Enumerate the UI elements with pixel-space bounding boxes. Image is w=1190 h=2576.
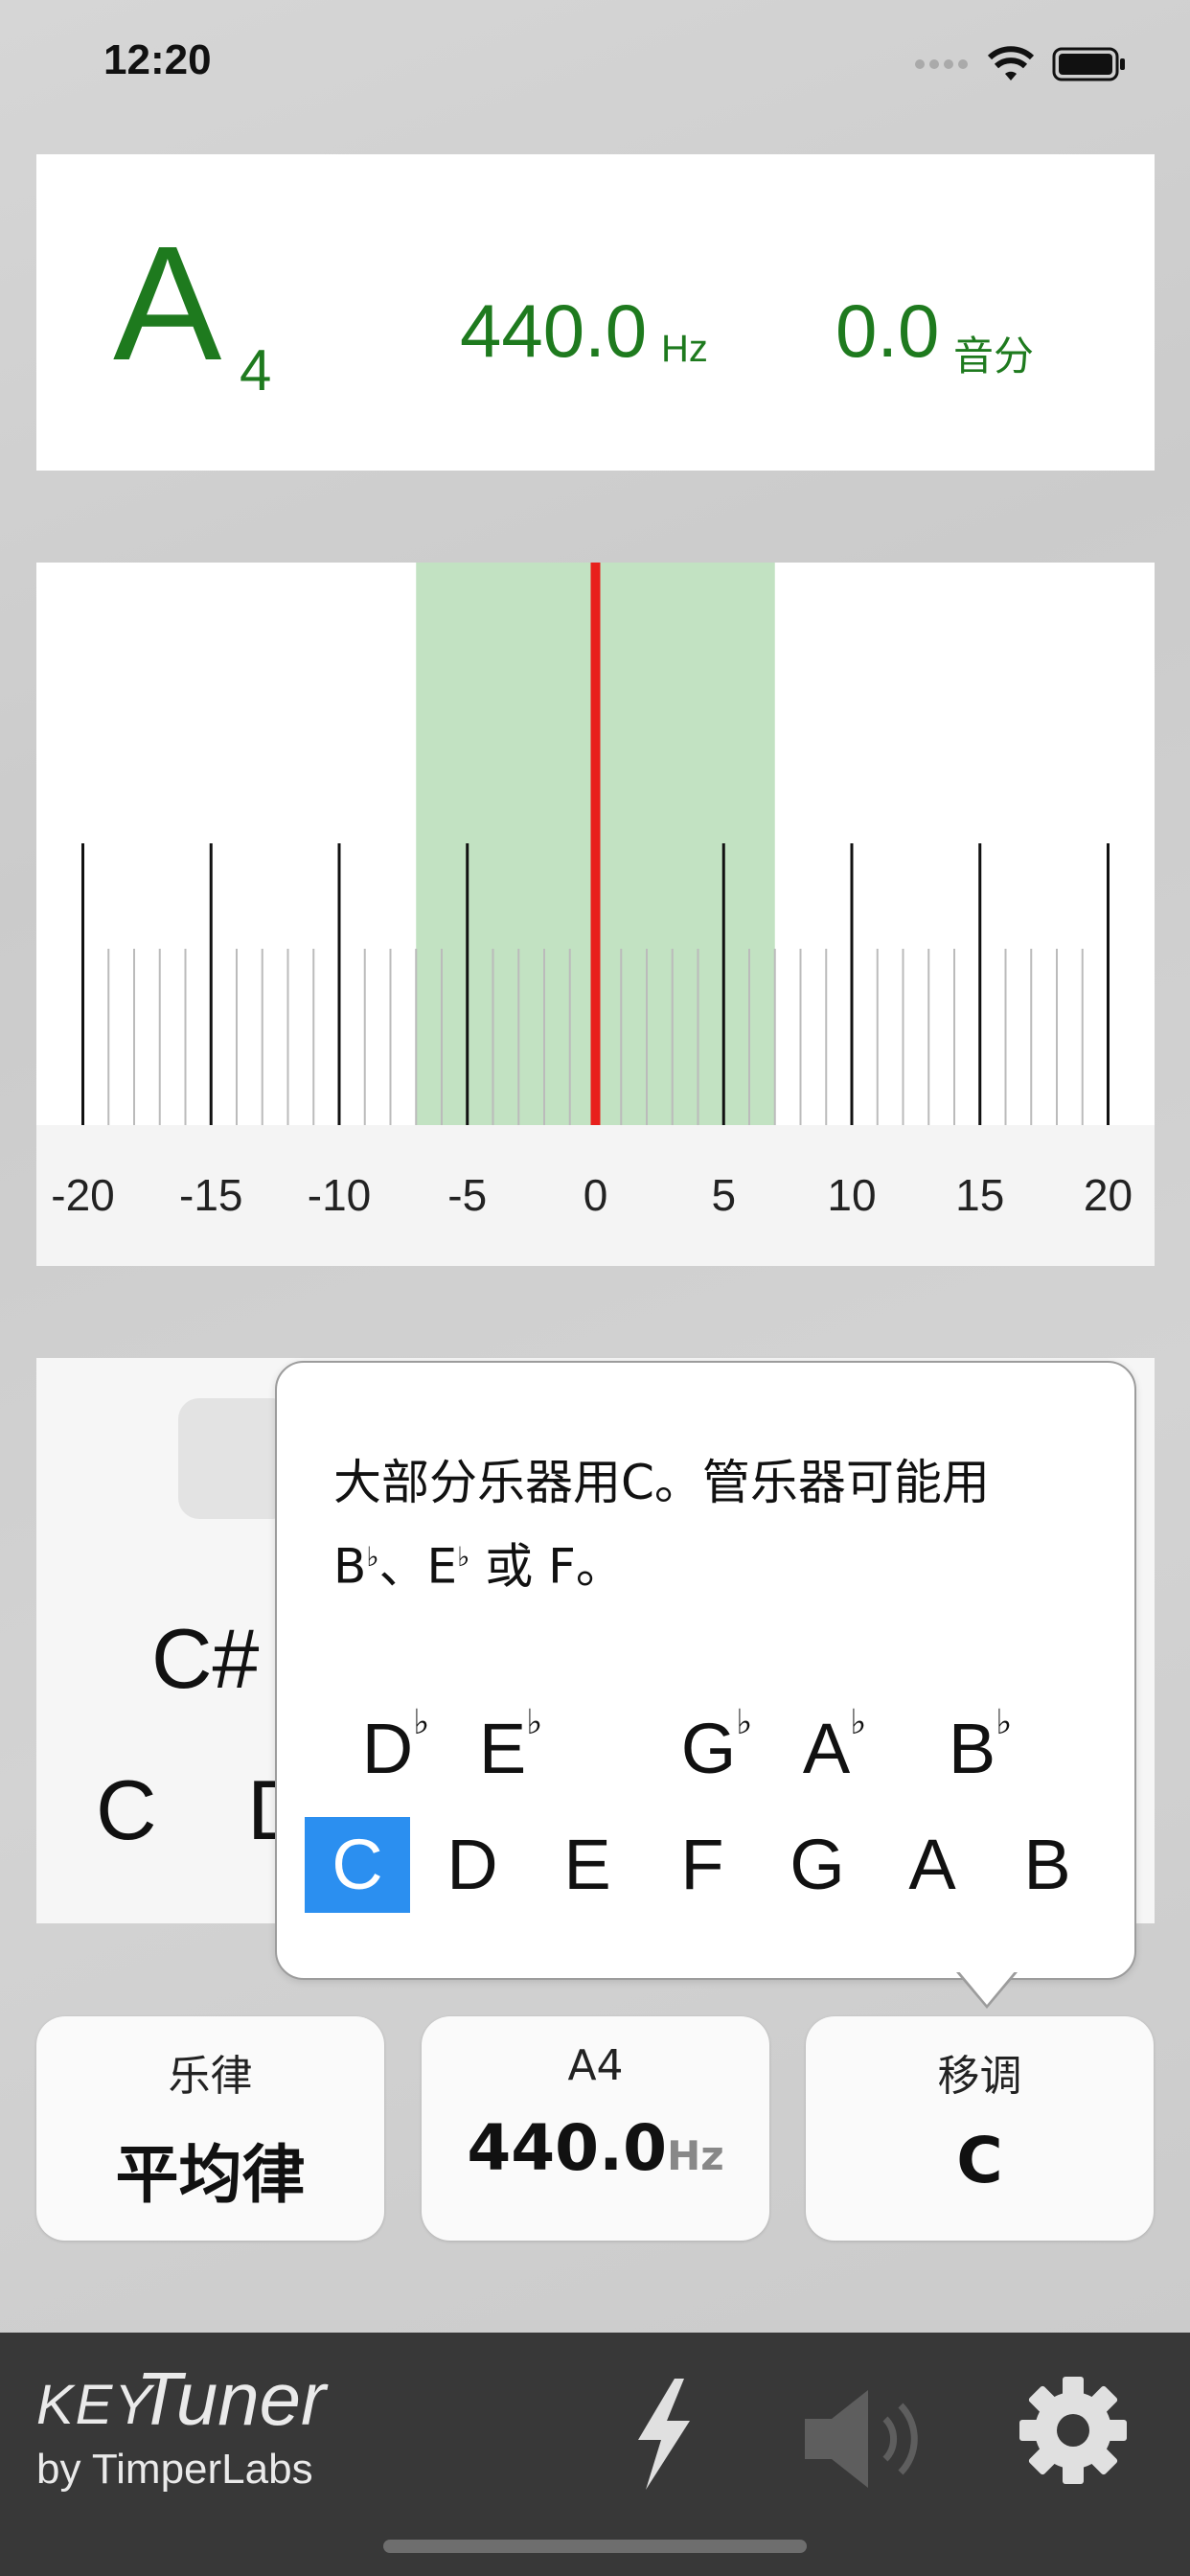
battery-icon (1052, 47, 1125, 81)
natural-key[interactable]: E (535, 1817, 640, 1913)
tick-label: -15 (179, 1170, 243, 1220)
signal-icon (915, 59, 968, 69)
cents-unit: 音分 (953, 333, 1035, 380)
flat-key[interactable]: A♭ (782, 1702, 887, 1789)
key-c-sharp[interactable]: C# (151, 1610, 260, 1708)
logo-tuner: Tuner (136, 2357, 326, 2441)
home-indicator (383, 2540, 807, 2553)
gear-icon[interactable] (1018, 2375, 1129, 2486)
detected-note: A (113, 213, 222, 395)
flat-key[interactable]: G♭ (664, 1702, 769, 1789)
lightning-icon[interactable] (625, 2377, 701, 2492)
logo-byline: by TimperLabs (36, 2446, 313, 2493)
status-time: 12:20 (103, 36, 212, 83)
tick-label: -10 (307, 1170, 372, 1220)
a4-unit: Hz (667, 2132, 724, 2179)
natural-key[interactable]: B (995, 1817, 1100, 1913)
tick-label: -5 (447, 1170, 488, 1220)
popover-arrow-fill (958, 1970, 1016, 2005)
popover-hint-line2: B♭、E♭ 或 F。 (333, 1538, 624, 1595)
flat-key[interactable]: E♭ (458, 1702, 563, 1789)
natural-key[interactable]: A (880, 1817, 985, 1913)
transpose-button[interactable]: 移调 C (806, 2016, 1154, 2241)
tick-label: 20 (1083, 1170, 1133, 1220)
key-c[interactable]: C (96, 1761, 157, 1859)
temperament-label: 乐律 (168, 2052, 253, 2101)
detected-frequency: 440.0 (460, 288, 648, 373)
tick-label: 5 (711, 1170, 737, 1220)
natural-key[interactable]: D (420, 1817, 525, 1913)
a4-label: A4 (567, 2041, 624, 2090)
status-icons (914, 46, 1127, 82)
tick-label: 15 (955, 1170, 1005, 1220)
flat-key[interactable]: B♭ (927, 1702, 1033, 1789)
tick-label: 0 (583, 1170, 608, 1220)
a4-reference-button[interactable]: A4 440.0Hz (422, 2016, 769, 2241)
pitch-needle (590, 563, 601, 1125)
popover-hint-line1: 大部分乐器用C。管乐器可能用 (333, 1455, 990, 1510)
a4-value: 440.0Hz (467, 2111, 724, 2185)
natural-key-selected[interactable]: C (305, 1817, 410, 1913)
temperament-value: 平均律 (115, 2138, 306, 2212)
transpose-label: 移调 (937, 2052, 1022, 2101)
popover-hint: 大部分乐器用C。管乐器可能用 B♭、E♭ 或 F。 (333, 1445, 1081, 1604)
temperament-button[interactable]: 乐律 平均律 (36, 2016, 384, 2241)
wifi-icon (987, 46, 1035, 80)
natural-key[interactable]: G (765, 1817, 870, 1913)
tick-label: -20 (51, 1170, 115, 1220)
meter-graphic (81, 563, 1110, 1125)
tick-label: 10 (827, 1170, 877, 1220)
detected-octave: 4 (240, 338, 272, 402)
detected-cents: 0.0 (835, 288, 940, 373)
flat-key[interactable]: D♭ (343, 1702, 448, 1789)
transpose-value: C (956, 2124, 1003, 2197)
frequency-unit: Hz (661, 328, 708, 370)
speaker-icon[interactable] (801, 2386, 935, 2492)
natural-key[interactable]: F (650, 1817, 755, 1913)
